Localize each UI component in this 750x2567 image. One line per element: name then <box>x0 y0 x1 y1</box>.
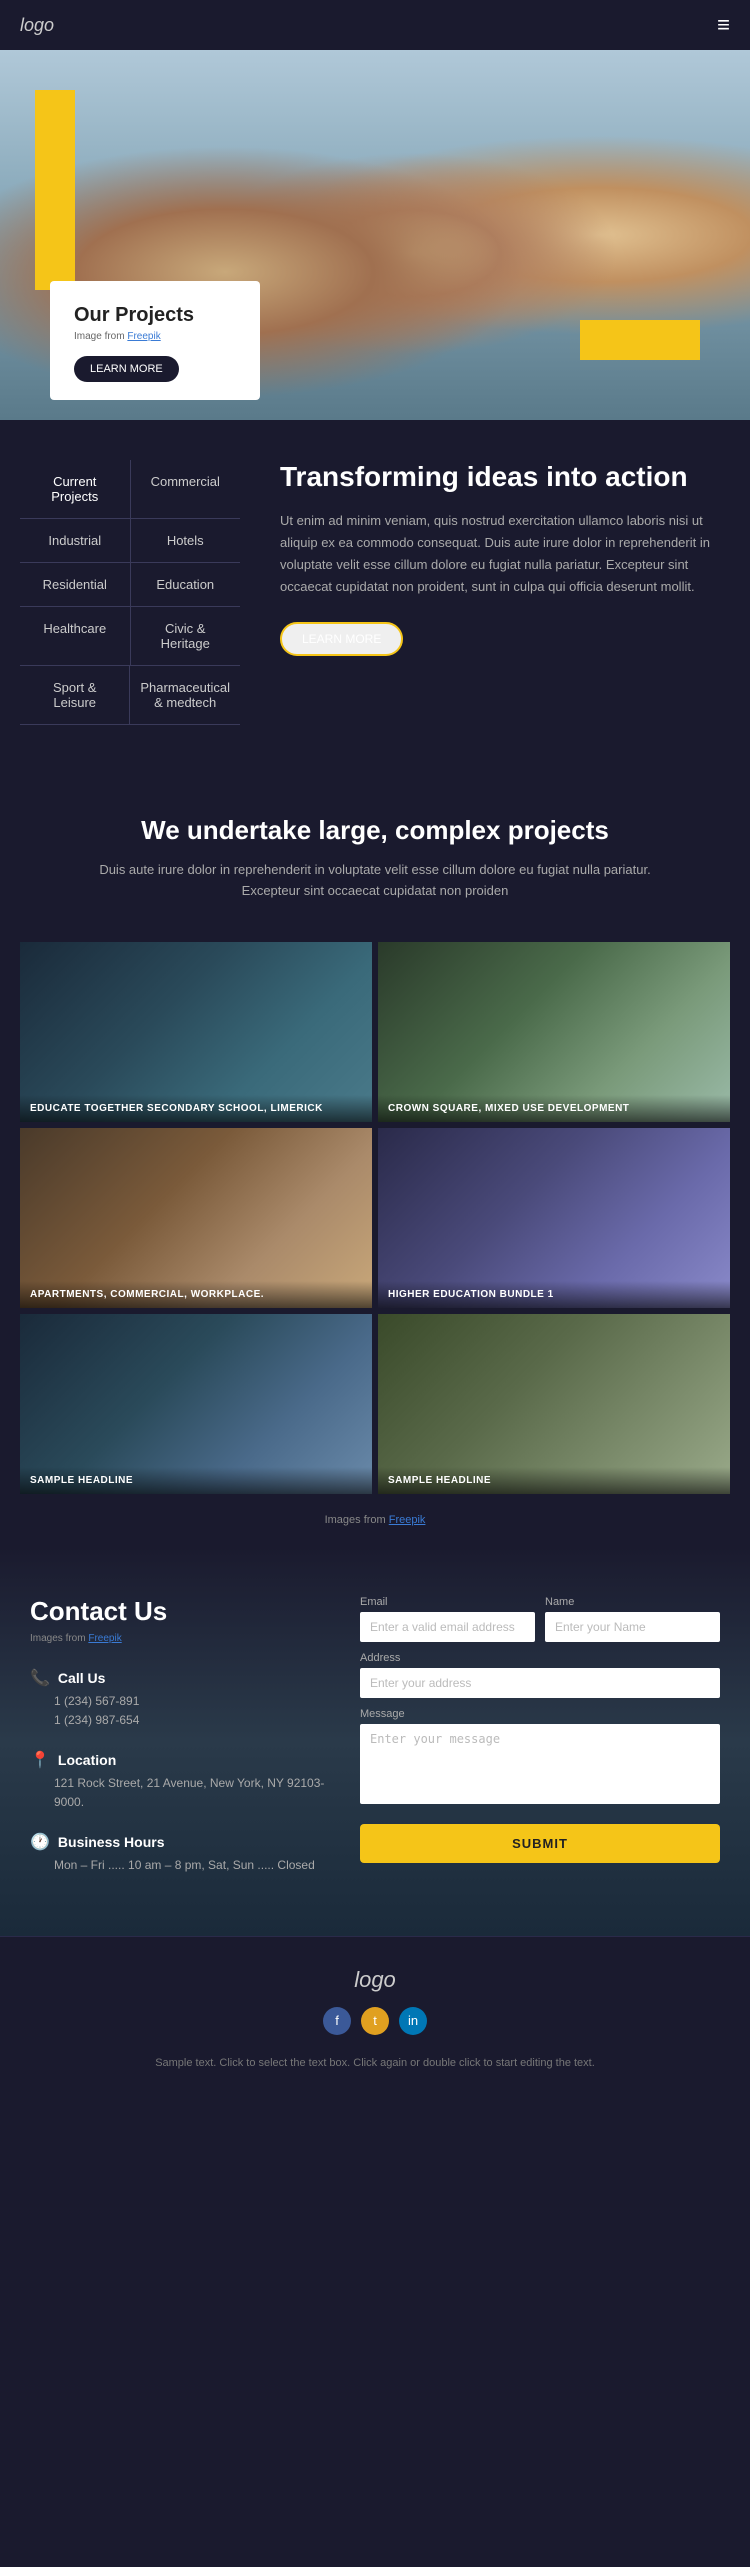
nav-item-commercial[interactable]: Commercial <box>131 460 241 518</box>
nav-item-hotels[interactable]: Hotels <box>131 519 241 562</box>
social-icons: f t in <box>20 2007 730 2035</box>
name-label: Name <box>545 1596 720 1608</box>
nav-row-2: Industrial Hotels <box>20 519 240 563</box>
nav-item-sport-leisure[interactable]: Sport & Leisure <box>20 666 130 724</box>
contact-phone-1: 1 (234) 567-891 <box>30 1692 330 1711</box>
address-label: Address <box>360 1652 720 1664</box>
project-tile-3[interactable]: APARTMENTS, COMMERCIAL, WORKPLACE. <box>20 1128 372 1308</box>
nav-item-pharma[interactable]: Pharmaceutical & medtech <box>130 666 240 724</box>
message-textarea[interactable] <box>360 1724 720 1804</box>
contact-hours-text: Mon – Fri ..... 10 am – 8 pm, Sat, Sun .… <box>30 1856 330 1875</box>
category-nav: Current Projects Commercial Industrial H… <box>20 460 240 725</box>
project-card: Our Projects Image from Freepik LEARN MO… <box>50 281 260 400</box>
large-projects-description: Duis aute irure dolor in reprehenderit i… <box>95 860 655 902</box>
project-tile-1[interactable]: EDUCATE TOGETHER SECONDARY SCHOOL, LIMER… <box>20 942 372 1122</box>
transform-content: Transforming ideas into action Ut enim a… <box>270 460 730 725</box>
project-tile-4-label: HIGHER EDUCATION BUNDLE 1 <box>378 1281 730 1308</box>
facebook-icon[interactable]: f <box>323 2007 351 2035</box>
contact-form: Email Name Address Message SUBMIT <box>360 1596 720 1896</box>
location-icon: 📍 <box>30 1750 50 1770</box>
email-input[interactable] <box>360 1612 535 1642</box>
hero-learn-more-button[interactable]: LEARN MORE <box>74 356 179 382</box>
nav-row-5: Sport & Leisure Pharmaceutical & medtech <box>20 666 240 725</box>
contact-images-credit: Images from Freepik <box>30 1633 330 1644</box>
project-card-subtitle: Image from Freepik <box>74 331 236 342</box>
contact-location: 📍 Location 121 Rock Street, 21 Avenue, N… <box>30 1750 330 1812</box>
contact-call-label: 📞 Call Us <box>30 1668 330 1688</box>
yellow-accent-right <box>580 320 700 360</box>
address-input[interactable] <box>360 1668 720 1698</box>
large-projects-title: We undertake large, complex projects <box>20 815 730 846</box>
nav-item-industrial[interactable]: Industrial <box>20 519 131 562</box>
nav-transform-section: Current Projects Commercial Industrial H… <box>0 420 750 765</box>
form-group-address: Address <box>360 1652 720 1698</box>
form-group-name: Name <box>545 1596 720 1642</box>
form-row-email-name: Email Name <box>360 1596 720 1642</box>
twitter-icon[interactable]: t <box>361 2007 389 2035</box>
contact-phone-2: 1 (234) 987-654 <box>30 1711 330 1730</box>
footer: logo f t in Sample text. Click to select… <box>0 1936 750 2092</box>
logo: logo <box>20 15 54 36</box>
header: logo ≡ <box>0 0 750 50</box>
linkedin-icon[interactable]: in <box>399 2007 427 2035</box>
contact-location-label: 📍 Location <box>30 1750 330 1770</box>
nav-item-education[interactable]: Education <box>131 563 241 606</box>
project-tile-2[interactable]: CROWN SQUARE, MIXED USE DEVELOPMENT <box>378 942 730 1122</box>
contact-left: Contact Us Images from Freepik 📞 Call Us… <box>30 1596 330 1896</box>
footer-logo: logo <box>20 1967 730 1993</box>
nav-item-healthcare[interactable]: Healthcare <box>20 607 131 665</box>
project-tile-3-label: APARTMENTS, COMMERCIAL, WORKPLACE. <box>20 1281 372 1308</box>
large-projects-section: We undertake large, complex projects Dui… <box>0 765 750 942</box>
nav-row-3: Residential Education <box>20 563 240 607</box>
contact-freepik-link[interactable]: Freepik <box>88 1633 121 1644</box>
contact-title: Contact Us <box>30 1596 330 1627</box>
project-tile-2-label: CROWN SQUARE, MIXED USE DEVELOPMENT <box>378 1095 730 1122</box>
contact-section: Contact Us Images from Freepik 📞 Call Us… <box>0 1546 750 1936</box>
project-card-title: Our Projects <box>74 303 236 327</box>
email-label: Email <box>360 1596 535 1608</box>
nav-item-civic-heritage[interactable]: Civic & Heritage <box>131 607 241 665</box>
contact-hours-label: 🕐 Business Hours <box>30 1832 330 1852</box>
images-credit: Images from Freepik <box>0 1504 750 1546</box>
contact-address: 121 Rock Street, 21 Avenue, New York, NY… <box>30 1774 330 1812</box>
contact-business-hours: 🕐 Business Hours Mon – Fri ..... 10 am –… <box>30 1832 330 1875</box>
project-tile-1-label: EDUCATE TOGETHER SECONDARY SCHOOL, LIMER… <box>20 1095 372 1122</box>
nav-row-1: Current Projects Commercial <box>20 460 240 519</box>
transform-description: Ut enim ad minim veniam, quis nostrud ex… <box>280 510 730 598</box>
freepik-credit-link[interactable]: Freepik <box>389 1514 426 1526</box>
yellow-accent-top <box>35 90 75 290</box>
nav-item-residential[interactable]: Residential <box>20 563 131 606</box>
form-group-email: Email <box>360 1596 535 1642</box>
project-tile-6[interactable]: SAMPLE HEADLINE <box>378 1314 730 1494</box>
nav-row-4: Healthcare Civic & Heritage <box>20 607 240 666</box>
nav-item-current-projects[interactable]: Current Projects <box>20 460 131 518</box>
name-input[interactable] <box>545 1612 720 1642</box>
phone-icon: 📞 <box>30 1668 50 1688</box>
footer-note: Sample text. Click to select the text bo… <box>20 2055 730 2072</box>
transform-learn-more-button[interactable]: LEARN MORE <box>280 622 403 656</box>
project-tile-6-label: SAMPLE HEADLINE <box>378 1467 730 1494</box>
transform-title: Transforming ideas into action <box>280 460 730 494</box>
freepik-link[interactable]: Freepik <box>127 331 160 342</box>
project-tile-5[interactable]: SAMPLE HEADLINE <box>20 1314 372 1494</box>
project-grid: EDUCATE TOGETHER SECONDARY SCHOOL, LIMER… <box>0 942 750 1504</box>
contact-call-us: 📞 Call Us 1 (234) 567-891 1 (234) 987-65… <box>30 1668 330 1730</box>
project-tile-4[interactable]: HIGHER EDUCATION BUNDLE 1 <box>378 1128 730 1308</box>
hero-section: Our Projects Image from Freepik LEARN MO… <box>0 50 750 420</box>
form-group-message: Message <box>360 1708 720 1804</box>
submit-button[interactable]: SUBMIT <box>360 1824 720 1863</box>
project-tile-5-label: SAMPLE HEADLINE <box>20 1467 372 1494</box>
message-label: Message <box>360 1708 720 1720</box>
hamburger-menu[interactable]: ≡ <box>717 12 730 38</box>
clock-icon: 🕐 <box>30 1832 50 1852</box>
